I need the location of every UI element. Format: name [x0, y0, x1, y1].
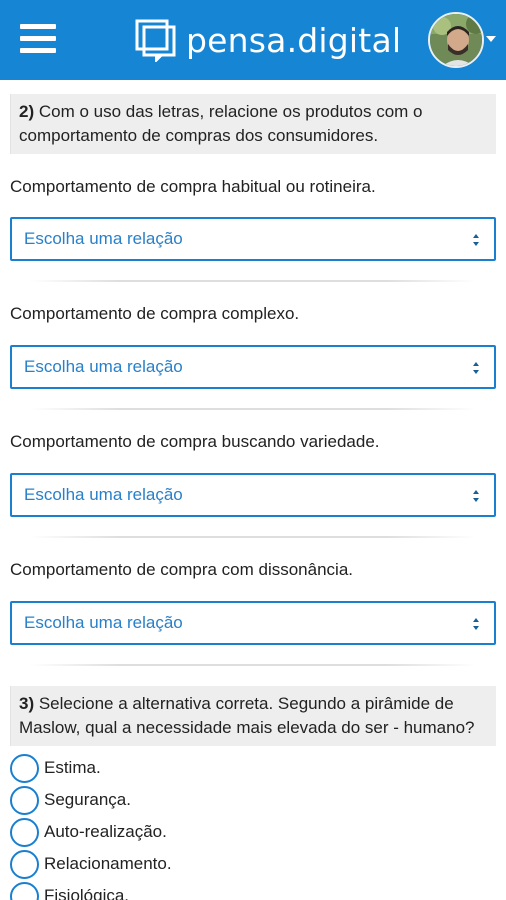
question-2-number: 2) — [19, 102, 35, 121]
up-down-arrows-icon — [473, 234, 479, 246]
hamburger-menu-icon[interactable] — [20, 22, 56, 58]
radio-button[interactable] — [10, 881, 39, 900]
up-down-arrows-icon — [473, 490, 479, 502]
answer-option-3-label: Auto-realização. — [44, 822, 167, 841]
relation-select-4[interactable]: Escolha uma relação — [10, 601, 496, 645]
relation-select-4-value: Escolha uma relação — [24, 613, 183, 632]
radio-button[interactable] — [10, 753, 39, 783]
answer-option-2[interactable]: Segurança. — [10, 785, 131, 815]
divider — [30, 664, 476, 666]
answer-option-5-label: Fisiológica. — [44, 886, 130, 900]
question-2-text: Com o uso das letras, relacione os produ… — [19, 102, 423, 145]
answer-option-4-label: Relacionamento. — [44, 854, 172, 873]
answer-option-3[interactable]: Auto-realização. — [10, 817, 167, 847]
question-2-header: 2) Com o uso das letras, relacione os pr… — [10, 94, 496, 154]
relation-select-2[interactable]: Escolha uma relação — [10, 345, 496, 389]
relation-label-1: Comportamento de compra habitual ou roti… — [10, 177, 376, 196]
relation-select-3[interactable]: Escolha uma relação — [10, 473, 496, 517]
radio-button[interactable] — [10, 785, 39, 815]
divider — [30, 280, 476, 282]
relation-label-2: Comportamento de compra complexo. — [10, 304, 300, 323]
user-menu[interactable] — [428, 12, 498, 68]
question-3-number: 3) — [19, 694, 35, 713]
answer-option-2-label: Segurança. — [44, 790, 131, 809]
relation-select-1[interactable]: Escolha uma relação — [10, 217, 496, 261]
divider — [30, 536, 476, 538]
up-down-arrows-icon — [473, 618, 479, 630]
top-app-bar: pensa.digital — [0, 0, 506, 80]
answer-option-5[interactable]: Fisiológica. — [10, 881, 129, 900]
answer-option-1-label: Estima. — [44, 758, 101, 777]
question-3-header: 3) Selecione a alternativa correta. Segu… — [10, 686, 496, 746]
radio-button[interactable] — [10, 849, 39, 879]
divider — [30, 408, 476, 410]
answer-option-4[interactable]: Relacionamento. — [10, 849, 172, 879]
logo-mark-icon — [135, 19, 176, 62]
answer-option-1[interactable]: Estima. — [10, 753, 101, 783]
up-down-arrows-icon — [473, 362, 479, 374]
relation-select-2-value: Escolha uma relação — [24, 357, 183, 376]
relation-select-1-value: Escolha uma relação — [24, 229, 183, 248]
radio-button[interactable] — [10, 817, 39, 847]
caret-down-icon[interactable] — [486, 36, 496, 42]
question-3-text: Selecione a alternativa correta. Segundo… — [19, 694, 475, 737]
user-avatar[interactable] — [428, 12, 484, 68]
relation-label-4: Comportamento de compra com dissonância. — [10, 560, 353, 579]
logo-text: pensa.digital — [186, 20, 402, 60]
relation-label-3: Comportamento de compra buscando varieda… — [10, 432, 380, 451]
app-logo[interactable]: pensa.digital — [134, 14, 401, 66]
relation-select-3-value: Escolha uma relação — [24, 485, 183, 504]
